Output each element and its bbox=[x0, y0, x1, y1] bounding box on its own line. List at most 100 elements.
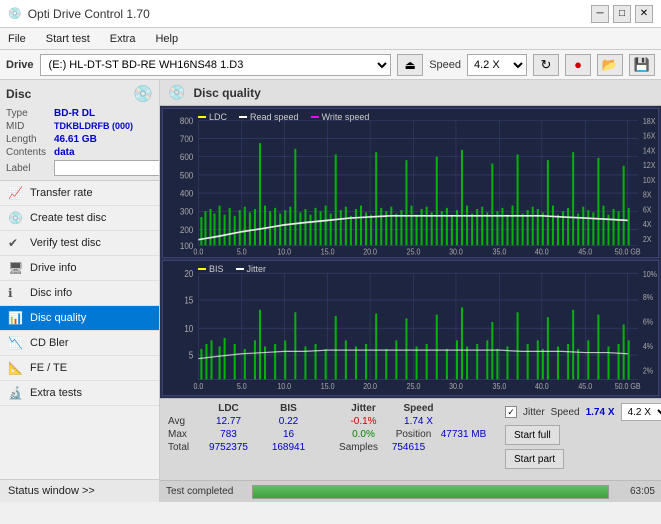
legend-bis: BIS bbox=[198, 264, 224, 274]
disc-mid-label: MID bbox=[6, 121, 51, 132]
svg-text:18X: 18X bbox=[643, 116, 656, 126]
disc-length-row: Length 46.61 GB bbox=[6, 134, 153, 145]
svg-text:20: 20 bbox=[184, 268, 193, 279]
svg-text:25.0: 25.0 bbox=[407, 247, 421, 257]
disc-label-row: Label ⚙ bbox=[6, 160, 153, 176]
sidebar-item-extra-tests[interactable]: 🔬 Extra tests bbox=[0, 381, 159, 406]
chart-title: Disc quality bbox=[193, 86, 260, 100]
sidebar: Disc 💿 Type BD-R DL MID TDKBLDRFB (000) … bbox=[0, 80, 160, 502]
menu-start-test[interactable]: Start test bbox=[42, 31, 94, 47]
svg-text:16X: 16X bbox=[643, 131, 656, 141]
svg-text:35.0: 35.0 bbox=[493, 381, 507, 391]
avg-jitter: -0.1% bbox=[336, 416, 391, 427]
app-title: Opti Drive Control 1.70 bbox=[28, 7, 150, 21]
svg-text:2X: 2X bbox=[643, 235, 652, 245]
svg-text:600: 600 bbox=[180, 152, 194, 163]
start-part-row: Start part bbox=[505, 449, 661, 469]
start-full-button[interactable]: Start full bbox=[505, 425, 560, 445]
app-icon: 💿 bbox=[8, 7, 22, 20]
svg-text:12X: 12X bbox=[643, 161, 656, 171]
bis-dot bbox=[198, 268, 206, 270]
svg-text:8%: 8% bbox=[643, 292, 653, 302]
disc-info-icon: ℹ bbox=[8, 286, 24, 300]
open-button[interactable]: 📂 bbox=[597, 54, 623, 76]
svg-text:45.0: 45.0 bbox=[578, 381, 592, 391]
fe-te-icon: 📐 bbox=[8, 361, 24, 375]
total-bis: 168941 bbox=[261, 442, 316, 453]
status-text: Test completed bbox=[166, 486, 246, 497]
speed-stat-select[interactable]: 4.2 X bbox=[621, 403, 661, 421]
save-button[interactable]: 💾 bbox=[629, 54, 655, 76]
start-full-row: Start full bbox=[505, 425, 661, 445]
menu-file[interactable]: File bbox=[4, 31, 30, 47]
sidebar-item-drive-info[interactable]: 🖥 Drive info bbox=[0, 256, 159, 281]
status-window-label: Status window >> bbox=[8, 485, 95, 497]
svg-text:30.0: 30.0 bbox=[449, 247, 463, 257]
svg-text:15.0: 15.0 bbox=[321, 381, 335, 391]
svg-text:50.0 GB: 50.0 GB bbox=[615, 247, 641, 257]
svg-text:14X: 14X bbox=[643, 146, 656, 156]
legend-jitter-label: Jitter bbox=[247, 264, 267, 274]
svg-text:15.0: 15.0 bbox=[321, 247, 335, 257]
close-button[interactable]: ✕ bbox=[635, 5, 653, 23]
titlebar-controls: ─ □ ✕ bbox=[591, 5, 653, 23]
eject-button[interactable]: ⏏ bbox=[397, 54, 423, 76]
disc-icon: 💿 bbox=[133, 84, 153, 104]
speed-label: Speed bbox=[429, 59, 461, 71]
sidebar-item-disc-info[interactable]: ℹ Disc info bbox=[0, 281, 159, 306]
speed-stat-label: Speed bbox=[551, 407, 580, 418]
record-button[interactable]: ● bbox=[565, 54, 591, 76]
disc-type-value: BD-R DL bbox=[54, 108, 95, 119]
disc-label-input[interactable] bbox=[54, 160, 160, 176]
minimize-button[interactable]: ─ bbox=[591, 5, 609, 23]
svg-text:50.0 GB: 50.0 GB bbox=[615, 381, 641, 391]
refresh-button[interactable]: ↻ bbox=[533, 54, 559, 76]
drive-select[interactable]: (E:) HL-DT-ST BD-RE WH16NS48 1.D3 bbox=[40, 54, 392, 76]
menu-extra[interactable]: Extra bbox=[106, 31, 140, 47]
stats-col-jitter: Jitter bbox=[336, 403, 391, 414]
legend-jitter: Jitter bbox=[236, 264, 267, 274]
svg-text:40.0: 40.0 bbox=[535, 247, 549, 257]
disc-quality-label: Disc quality bbox=[30, 312, 86, 324]
svg-text:10X: 10X bbox=[643, 175, 656, 185]
disc-mid-row: MID TDKBLDRFB (000) bbox=[6, 121, 153, 132]
menu-help[interactable]: Help bbox=[151, 31, 182, 47]
sidebar-item-verify-test-disc[interactable]: ✔ Verify test disc bbox=[0, 231, 159, 256]
sidebar-item-transfer-rate[interactable]: 📈 Transfer rate bbox=[0, 181, 159, 206]
sidebar-item-disc-quality[interactable]: 📊 Disc quality bbox=[0, 306, 159, 331]
maximize-button[interactable]: □ bbox=[613, 5, 631, 23]
svg-text:45.0: 45.0 bbox=[578, 247, 592, 257]
svg-text:8X: 8X bbox=[643, 190, 652, 200]
sidebar-nav: 📈 Transfer rate 💿 Create test disc ✔ Ver… bbox=[0, 181, 159, 479]
svg-text:800: 800 bbox=[180, 115, 194, 126]
svg-text:20.0: 20.0 bbox=[363, 247, 377, 257]
speed-select[interactable]: 4.2 X bbox=[467, 54, 527, 76]
status-window-button[interactable]: Status window >> bbox=[0, 479, 159, 502]
svg-text:10.0: 10.0 bbox=[277, 381, 291, 391]
jitter-dot bbox=[236, 268, 244, 270]
sidebar-item-fe-te[interactable]: 📐 FE / TE bbox=[0, 356, 159, 381]
drive-label: Drive bbox=[6, 59, 34, 71]
legend-ldc: LDC bbox=[198, 112, 227, 122]
svg-text:30.0: 30.0 bbox=[449, 381, 463, 391]
start-part-button[interactable]: Start part bbox=[505, 449, 564, 469]
max-ldc: 783 bbox=[196, 429, 261, 440]
svg-text:200: 200 bbox=[180, 224, 194, 235]
transfer-rate-icon: 📈 bbox=[8, 186, 24, 200]
svg-text:5.0: 5.0 bbox=[237, 381, 247, 391]
disc-contents-value: data bbox=[54, 147, 75, 158]
legend-ldc-label: LDC bbox=[209, 112, 227, 122]
jitter-checkbox[interactable]: ✓ bbox=[505, 406, 517, 418]
svg-text:400: 400 bbox=[180, 188, 194, 199]
legend-read-speed-label: Read speed bbox=[250, 112, 299, 122]
drive-info-label: Drive info bbox=[30, 262, 76, 274]
sidebar-item-cd-bler[interactable]: 📉 CD Bler bbox=[0, 331, 159, 356]
create-test-disc-label: Create test disc bbox=[30, 212, 106, 224]
titlebar-left: 💿 Opti Drive Control 1.70 bbox=[8, 7, 150, 21]
avg-bis: 0.22 bbox=[261, 416, 316, 427]
drive-info-icon: 🖥 bbox=[8, 261, 24, 275]
sidebar-item-create-test-disc[interactable]: 💿 Create test disc bbox=[0, 206, 159, 231]
content-area: 💿 Disc quality LDC Read speed bbox=[160, 80, 661, 502]
svg-text:6X: 6X bbox=[643, 205, 652, 215]
verify-test-disc-icon: ✔ bbox=[8, 236, 24, 250]
